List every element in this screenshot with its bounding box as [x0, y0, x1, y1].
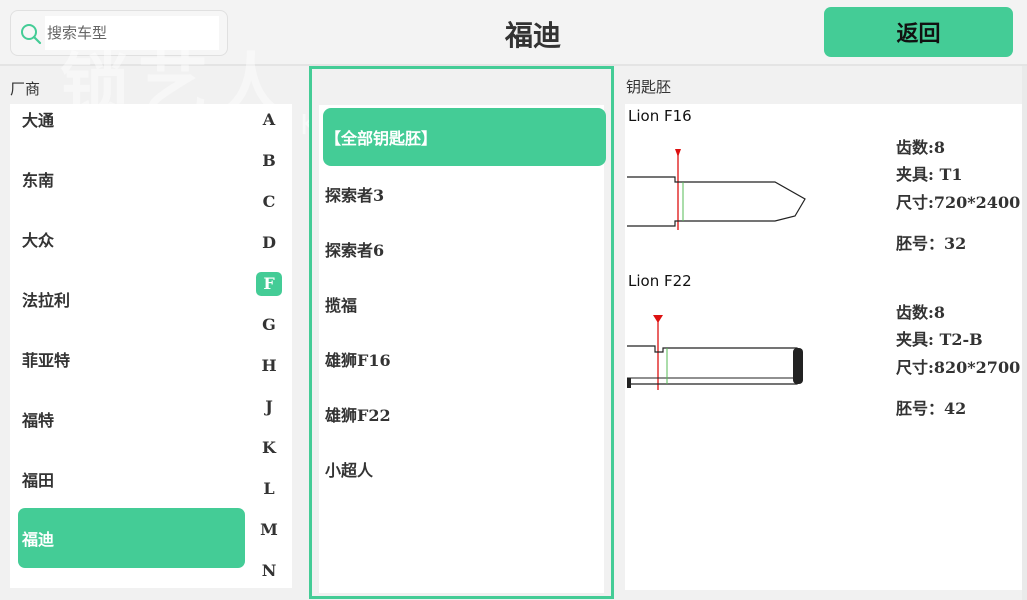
maker-item[interactable]: 法拉利 [18, 269, 245, 329]
maker-list[interactable]: 大通 东南 大众 法拉利 菲亚特 福特 福田 福迪 ABCDFGHJKLMN [10, 104, 292, 588]
key-blade-diagram [627, 315, 803, 390]
alphabet-index-n[interactable]: N [256, 559, 282, 583]
key-size: 尺寸:820*2700 [896, 358, 1021, 377]
maker-section-label: 厂商 [10, 80, 41, 98]
model-item[interactable]: 探索者3 [323, 165, 606, 223]
alphabet-index-m[interactable]: M [256, 518, 282, 542]
key-blade-diagram [627, 149, 806, 230]
model-item[interactable]: 揽福 [323, 275, 606, 333]
alphabet-index-f[interactable]: F [256, 272, 282, 296]
key-blank-number: 胚号：42 [896, 399, 967, 418]
key-name: Lion F22 [628, 272, 692, 290]
maker-item[interactable]: 东南 [18, 149, 245, 209]
key-teeth: 齿数:8 [896, 138, 946, 157]
maker-item[interactable]: 福特 [18, 389, 245, 449]
key-blank-number: 胚号：32 [896, 234, 967, 253]
alphabet-index-c[interactable]: C [256, 190, 282, 214]
key-clamp: 夹具: T1 [896, 165, 963, 184]
key-name: Lion F16 [628, 107, 692, 125]
maker-item[interactable]: 大众 [18, 209, 245, 269]
back-button[interactable]: 返回 [824, 7, 1013, 57]
alphabet-index-b[interactable]: B [256, 149, 282, 173]
alphabet-index-h[interactable]: H [256, 354, 282, 378]
maker-item[interactable]: 福田 [18, 449, 245, 509]
model-item[interactable]: 探索者6 [323, 220, 606, 278]
model-item[interactable]: 【全部钥匙胚】 [323, 108, 606, 166]
alphabet-index-j[interactable]: J [256, 395, 282, 419]
model-item[interactable]: 小超人 [323, 440, 606, 498]
maker-item[interactable]: 菲亚特 [18, 329, 245, 389]
model-list[interactable]: 【全部钥匙胚】 探索者3 探索者6 揽福 雄狮F16 雄狮F22 小超人 [319, 105, 606, 593]
key-section-label: 钥匙胚 [626, 78, 672, 96]
maker-item[interactable]: 大通 [18, 104, 245, 149]
alphabet-index-g[interactable]: G [256, 313, 282, 337]
model-item[interactable]: 雄狮F22 [323, 385, 606, 443]
alphabet-index-l[interactable]: L [256, 477, 282, 501]
alphabet-index-k[interactable]: K [256, 436, 282, 460]
key-teeth: 齿数:8 [896, 303, 946, 322]
right-scroll-edge [1022, 66, 1027, 600]
maker-item[interactable]: 福迪 [18, 508, 245, 568]
top-bar: 福迪 返回 [0, 0, 1027, 66]
alphabet-index-a[interactable]: A [256, 108, 282, 132]
model-panel: 【全部钥匙胚】 探索者3 探索者6 揽福 雄狮F16 雄狮F22 小超人 [309, 66, 614, 599]
key-size: 尺寸:720*2400 [896, 193, 1021, 212]
key-blank-panel: Lion F16 齿数:8 夹具: T1 尺寸:720*2400 胚号：32 L… [625, 104, 1027, 590]
key-clamp: 夹具: T2-B [896, 330, 983, 349]
model-item[interactable]: 雄狮F16 [323, 330, 606, 388]
alphabet-index-d[interactable]: D [256, 231, 282, 255]
